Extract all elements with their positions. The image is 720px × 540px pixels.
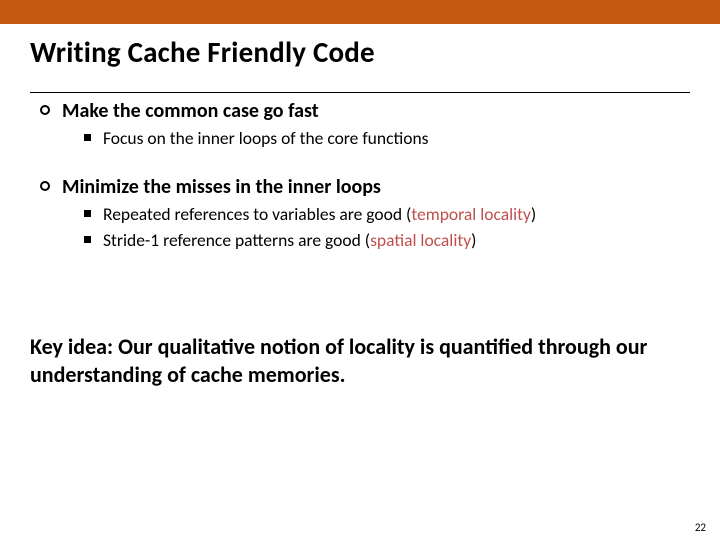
square-bullet-icon <box>84 236 91 243</box>
bullet-text: Focus on the inner loops of the core fun… <box>103 127 429 149</box>
bullet-level1: Make the common case go fast <box>40 99 690 123</box>
square-bullet-icon <box>84 210 91 217</box>
bullet-text: Minimize the misses in the inner loops <box>62 175 381 199</box>
text-part: Stride-1 reference patterns are good ( <box>103 229 370 251</box>
bullet-text: Stride-1 reference patterns are good (sp… <box>103 229 476 251</box>
key-idea-text: Key idea: Our qualitative notion of loca… <box>30 333 690 388</box>
slide-body: Writing Cache Friendly Code Make the com… <box>0 24 720 540</box>
highlight-text: temporal locality <box>411 203 531 225</box>
square-bullet-icon <box>84 134 91 141</box>
title-underline <box>30 92 690 93</box>
circle-bullet-icon <box>40 181 50 191</box>
highlight-text: spatial locality <box>370 229 471 251</box>
bullet-level2: Focus on the inner loops of the core fun… <box>84 127 690 149</box>
header-accent-bar <box>0 0 720 24</box>
circle-bullet-icon <box>40 105 50 115</box>
bullet-text: Repeated references to variables are goo… <box>103 203 536 225</box>
bullet-level2: Stride-1 reference patterns are good (sp… <box>84 229 690 251</box>
page-number: 22 <box>695 521 706 534</box>
slide-title: Writing Cache Friendly Code <box>30 34 690 70</box>
bullet-text: Make the common case go fast <box>62 99 319 123</box>
text-part: Repeated references to variables are goo… <box>103 203 411 225</box>
slide-title-block: Writing Cache Friendly Code <box>30 34 690 93</box>
text-part: ) <box>531 203 536 225</box>
bullet-level2: Repeated references to variables are goo… <box>84 203 690 225</box>
text-part: ) <box>471 229 476 251</box>
bullet-level1: Minimize the misses in the inner loops <box>40 175 690 199</box>
